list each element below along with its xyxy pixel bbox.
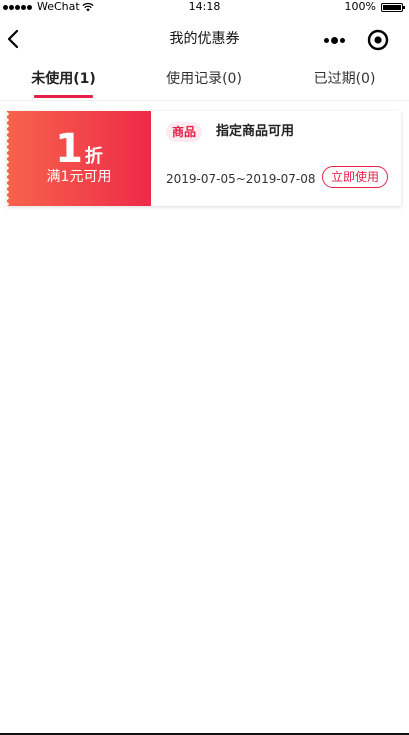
usage-threshold: 满1元可用 bbox=[46, 169, 112, 185]
close-mini-program-button[interactable] bbox=[364, 26, 392, 54]
more-options-button[interactable] bbox=[316, 26, 356, 54]
mini-program-capsule bbox=[316, 26, 396, 54]
validity-period: 2019-07-05~2019-07-08 bbox=[166, 172, 316, 186]
coupon-description: 指定商品可用 bbox=[216, 124, 295, 139]
more-dot-icon bbox=[340, 38, 345, 43]
coupon-value-panel: 1折 满1元可用 bbox=[7, 111, 151, 206]
status-bar: WeChat 14:18 100% bbox=[0, 0, 409, 14]
battery-fill bbox=[383, 4, 401, 10]
more-dot-icon bbox=[331, 37, 338, 44]
coupon-tabs: 未使用(1) 使用记录(0) 已过期(0) bbox=[0, 64, 409, 101]
tab-usage-history[interactable]: 使用记录(0) bbox=[143, 64, 265, 98]
more-dot-icon bbox=[324, 38, 329, 43]
nav-bar: 我的优惠券 bbox=[0, 14, 409, 64]
active-tab-indicator bbox=[34, 95, 93, 98]
coupon-info: 商品 指定商品可用 2019-07-05~2019-07-08 立即使用 bbox=[151, 111, 401, 206]
target-circle-icon bbox=[367, 29, 389, 51]
coupon-card: 1折 满1元可用 商品 指定商品可用 2019-07-05~2019-07-08… bbox=[7, 111, 401, 206]
status-right: 100% bbox=[344, 0, 405, 14]
discount-unit: 折 bbox=[84, 146, 103, 167]
battery-percent: 100% bbox=[344, 0, 376, 13]
battery-icon bbox=[381, 2, 405, 12]
use-now-button[interactable]: 立即使用 bbox=[322, 166, 388, 188]
tab-expired[interactable]: 已过期(0) bbox=[280, 64, 409, 98]
coupon-type-tag: 商品 bbox=[166, 122, 203, 142]
tab-unused[interactable]: 未使用(1) bbox=[0, 64, 127, 98]
